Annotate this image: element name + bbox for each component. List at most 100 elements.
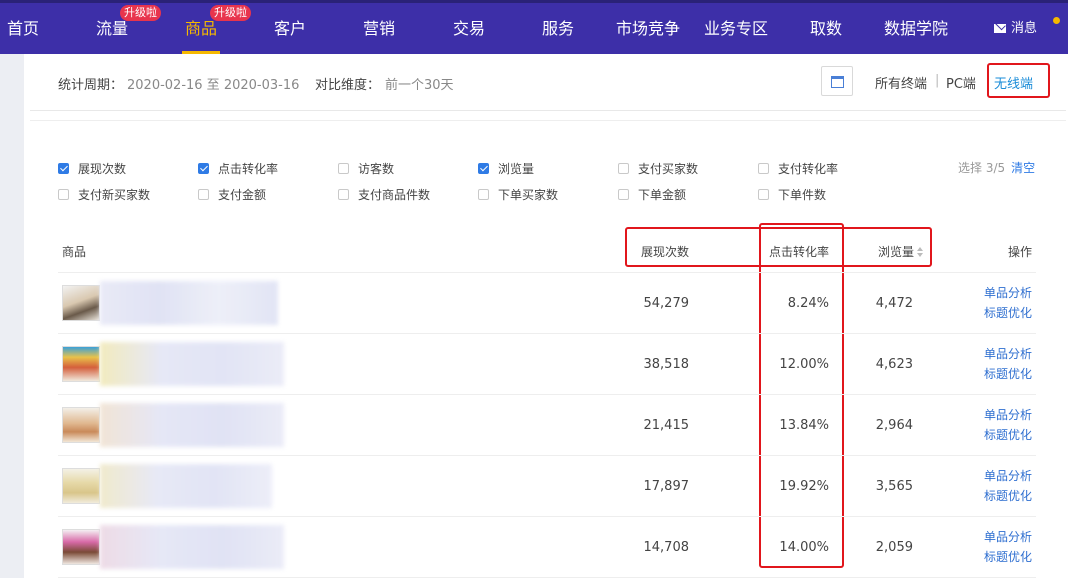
checkbox-label: 下单金额 — [638, 188, 687, 202]
nav-item-trade[interactable]: 交易 — [449, 3, 489, 54]
checkbox-label: 浏览量 — [498, 162, 535, 176]
checkbox[interactable] — [758, 163, 769, 174]
checkbox-label: 支付转化率 — [778, 162, 839, 176]
row-divider — [58, 516, 1036, 517]
compare-value: 前一个30天 — [385, 78, 454, 93]
metric-checkbox-visitors[interactable]: 访客数 — [338, 160, 394, 177]
metric-checkbox-impressions[interactable]: 展现次数 — [58, 160, 126, 177]
product-thumbnail[interactable] — [62, 407, 100, 443]
product-title-blurred[interactable] — [100, 464, 272, 508]
impressions-value: 38,518 — [643, 357, 690, 372]
metric-checkbox-order-buyers[interactable]: 下单买家数 — [478, 186, 558, 203]
row-divider — [58, 333, 1036, 334]
selection-info: 选择 3/5 清空 — [958, 159, 1035, 176]
impressions-value: 54,279 — [643, 296, 690, 311]
period-value: 2020-02-16 至 2020-03-16 — [127, 78, 300, 93]
upgrade-badge: 升级啦 — [120, 5, 161, 21]
row-divider — [58, 455, 1036, 456]
checkbox-label: 下单件数 — [778, 188, 827, 202]
product-title-blurred[interactable] — [100, 281, 278, 325]
nav-item-fetch-data[interactable]: 取数 — [806, 3, 846, 54]
nav-item-market-competition[interactable]: 市场竞争 — [612, 3, 684, 54]
metric-checkbox-pay-amount[interactable]: 支付金额 — [198, 186, 266, 203]
header-product: 商品 — [62, 245, 87, 259]
checkbox[interactable] — [58, 163, 69, 174]
pageviews-value: 2,964 — [875, 418, 913, 433]
checkbox[interactable] — [478, 163, 489, 174]
ctr-value: 8.24% — [787, 296, 829, 311]
metric-checkbox-paid-items[interactable]: 支付商品件数 — [338, 186, 430, 203]
checkbox[interactable] — [478, 189, 489, 200]
metric-checkbox-pay-conversion[interactable]: 支付转化率 — [758, 160, 838, 177]
checkbox[interactable] — [338, 163, 349, 174]
analyze-link[interactable]: 单品分析 — [984, 405, 1032, 425]
message-label: 消息 — [1011, 21, 1038, 36]
compare-label: 对比维度： — [315, 78, 381, 93]
pageviews-value: 4,623 — [875, 357, 913, 372]
pageviews-value: 4,472 — [875, 296, 913, 311]
metric-checkbox-order-items[interactable]: 下单件数 — [758, 186, 826, 203]
terminal-separator: | — [935, 73, 940, 88]
product-thumbnail[interactable] — [62, 285, 100, 321]
product-title-blurred[interactable] — [100, 342, 284, 386]
checkbox-label: 点击转化率 — [218, 162, 279, 176]
impressions-value: 21,415 — [643, 418, 690, 433]
checkbox[interactable] — [618, 163, 629, 174]
metric-checkbox-new-paying-buyers[interactable]: 支付新买家数 — [58, 186, 150, 203]
pageviews-value: 3,565 — [875, 479, 913, 494]
nav-item-customers[interactable]: 客户 — [270, 3, 310, 54]
checkbox-label: 支付新买家数 — [78, 188, 151, 202]
metric-checkbox-click-conversion[interactable]: 点击转化率 — [198, 160, 278, 177]
action-links: 单品分析 标题优化 — [984, 527, 1032, 567]
optimize-link[interactable]: 标题优化 — [984, 425, 1032, 445]
nav-item-service[interactable]: 服务 — [538, 3, 578, 54]
checkbox-label: 支付买家数 — [638, 162, 699, 176]
product-thumbnail[interactable] — [62, 468, 100, 504]
header-action: 操作 — [1008, 245, 1033, 259]
metric-checkbox-pageviews[interactable]: 浏览量 — [478, 160, 534, 177]
action-links: 单品分析 标题优化 — [984, 344, 1032, 384]
checkbox-label: 支付商品件数 — [358, 188, 431, 202]
product-title-blurred[interactable] — [100, 403, 284, 447]
checkbox[interactable] — [758, 189, 769, 200]
checkbox-label: 访客数 — [358, 162, 395, 176]
optimize-link[interactable]: 标题优化 — [984, 547, 1032, 567]
checkbox[interactable] — [198, 189, 209, 200]
checkbox[interactable] — [338, 189, 349, 200]
metric-checkbox-paying-buyers[interactable]: 支付买家数 — [618, 160, 698, 177]
message-button[interactable]: 消息 — [994, 3, 1037, 54]
metric-checkbox-order-amount[interactable]: 下单金额 — [618, 186, 686, 203]
terminal-pc[interactable]: PC端 — [946, 73, 976, 92]
checkbox-label: 展现次数 — [78, 162, 127, 176]
action-links: 单品分析 标题优化 — [984, 283, 1032, 323]
ctr-value: 19.92% — [779, 479, 829, 494]
terminal-all[interactable]: 所有终端 — [875, 73, 927, 92]
product-thumbnail[interactable] — [62, 346, 100, 382]
product-title-blurred[interactable] — [100, 525, 284, 569]
nav-item-data-academy[interactable]: 数据学院 — [880, 3, 952, 54]
upgrade-badge: 升级啦 — [210, 5, 251, 21]
row-divider — [58, 394, 1036, 395]
calendar-button[interactable] — [821, 66, 853, 96]
envelope-icon — [994, 24, 1006, 33]
row-divider — [58, 272, 1036, 273]
product-thumbnail[interactable] — [62, 529, 100, 565]
nav-item-marketing[interactable]: 营销 — [359, 3, 399, 54]
analyze-link[interactable]: 单品分析 — [984, 344, 1032, 364]
selection-count: 选择 3/5 — [958, 161, 1006, 175]
impressions-value: 17,897 — [643, 479, 690, 494]
nav-item-business-zone[interactable]: 业务专区 — [700, 3, 772, 54]
analyze-link[interactable]: 单品分析 — [984, 283, 1032, 303]
analyze-link[interactable]: 单品分析 — [984, 466, 1032, 486]
optimize-link[interactable]: 标题优化 — [984, 364, 1032, 384]
nav-item-home[interactable]: 首页 — [6, 3, 40, 54]
checkbox[interactable] — [58, 189, 69, 200]
checkbox[interactable] — [618, 189, 629, 200]
left-gutter — [0, 54, 24, 578]
optimize-link[interactable]: 标题优化 — [984, 303, 1032, 323]
clear-link[interactable]: 清空 — [1011, 161, 1035, 175]
optimize-link[interactable]: 标题优化 — [984, 486, 1032, 506]
checkbox[interactable] — [198, 163, 209, 174]
action-links: 单品分析 标题优化 — [984, 466, 1032, 506]
analyze-link[interactable]: 单品分析 — [984, 527, 1032, 547]
